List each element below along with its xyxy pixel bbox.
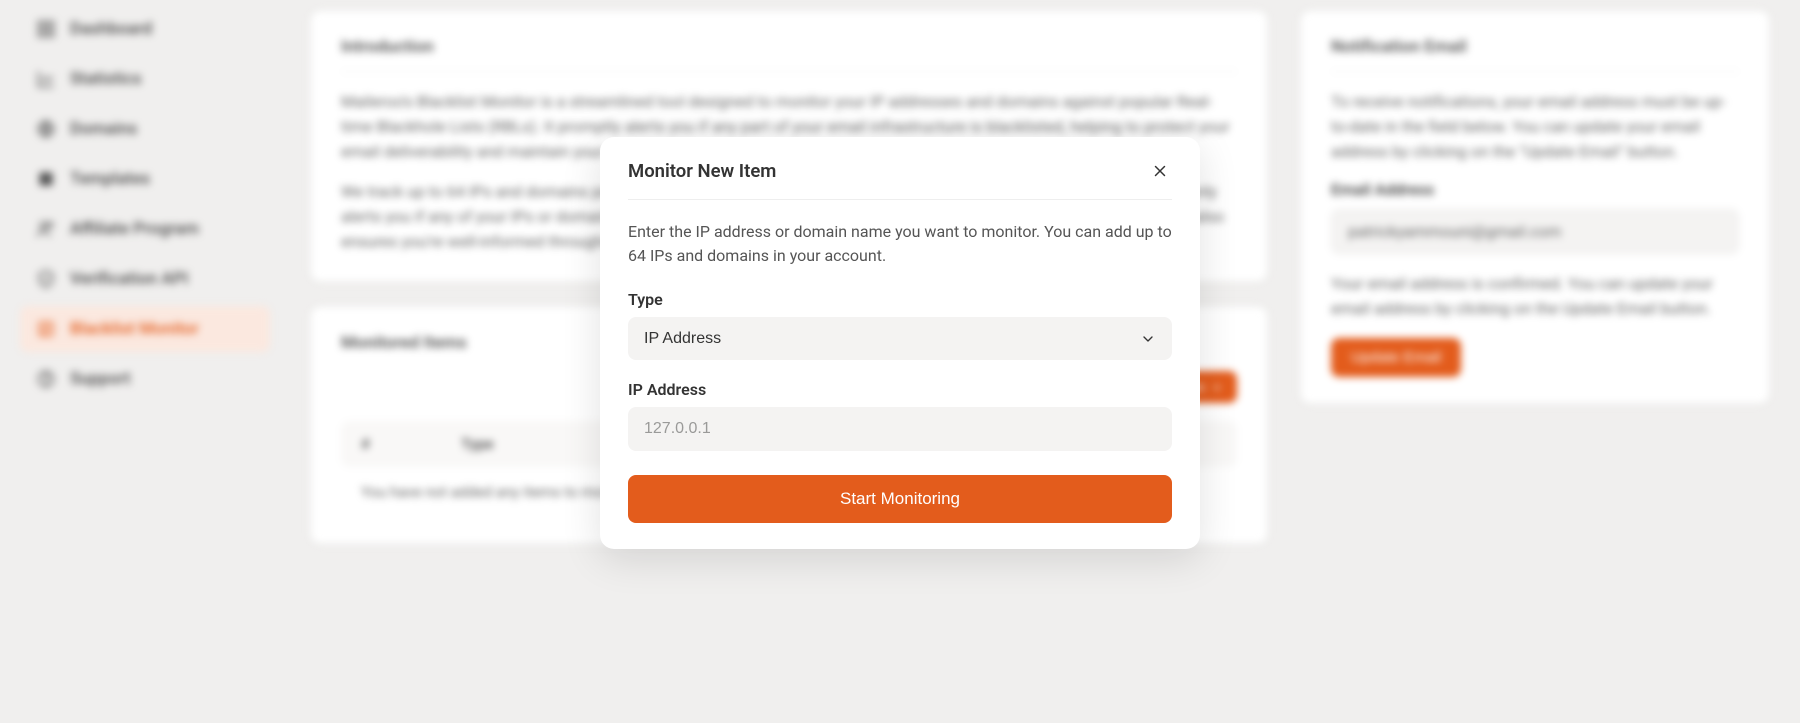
- type-select-wrap[interactable]: IP Address: [628, 317, 1172, 360]
- modal-description: Enter the IP address or domain name you …: [628, 220, 1172, 268]
- monitor-new-item-modal: Monitor New Item Enter the IP address or…: [600, 137, 1200, 549]
- ip-label: IP Address: [628, 380, 1172, 399]
- button-label: Start Monitoring: [840, 489, 960, 508]
- start-monitoring-button[interactable]: Start Monitoring: [628, 475, 1172, 523]
- ip-address-input[interactable]: [628, 407, 1172, 451]
- modal-title: Monitor New Item: [628, 160, 776, 182]
- close-button[interactable]: [1148, 159, 1172, 183]
- close-icon: [1151, 162, 1169, 180]
- type-select[interactable]: IP Address: [628, 317, 1172, 360]
- modal-backdrop[interactable]: Monitor New Item Enter the IP address or…: [0, 0, 1800, 723]
- type-label: Type: [628, 290, 1172, 309]
